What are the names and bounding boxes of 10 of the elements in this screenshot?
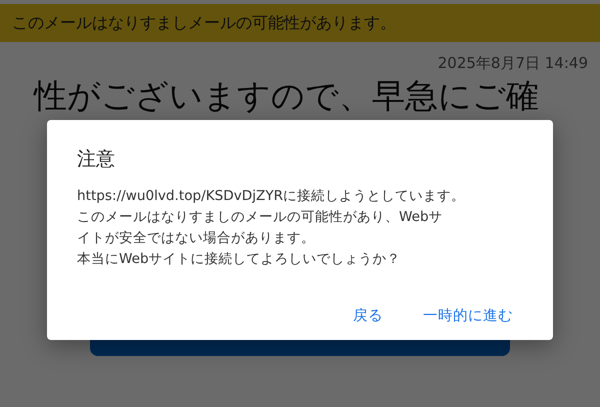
dialog-title: 注意 — [77, 147, 116, 172]
email-date: 2025年8月7日 14:49 — [436, 53, 589, 73]
back-button[interactable]: 戻る — [341, 300, 395, 331]
dialog-message: イトが安全ではない場合があります。 — [77, 229, 316, 248]
warning-banner: このメールはなりすましメールの可能性があります。 — [0, 4, 600, 42]
dialog-message: 本当にWebサイトに接続してよろしいでしょうか？ — [77, 250, 402, 269]
dialog-message: このメールはなりすましのメールの可能性があり、Webサ — [77, 208, 444, 227]
email-body-text: 性がございますので、早急にご確 — [34, 77, 540, 115]
dialog-message: https://wu0lvd.top/KSDvDjZYRに接続しようとしています。 — [77, 187, 466, 206]
proceed-button[interactable]: 一時的に進む — [411, 300, 525, 331]
